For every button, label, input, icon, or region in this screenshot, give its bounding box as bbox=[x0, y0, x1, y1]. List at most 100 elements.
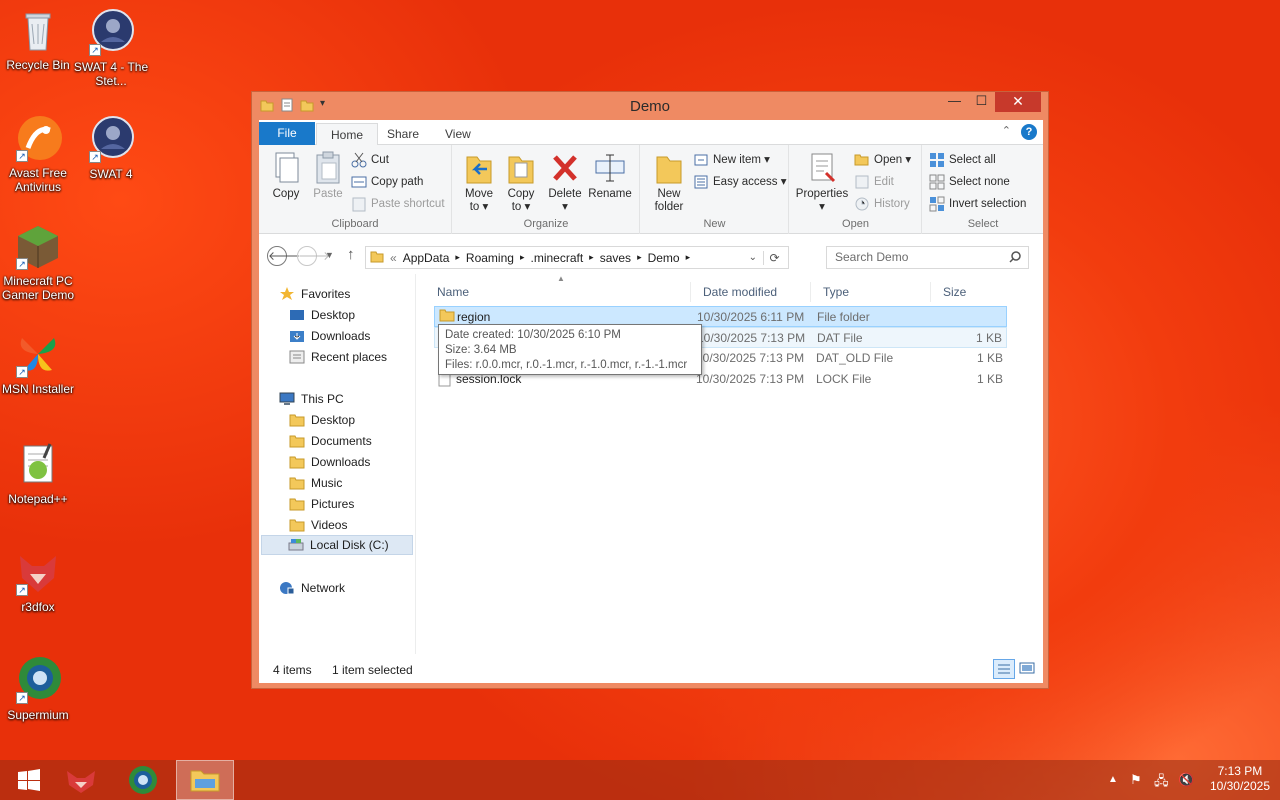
edit-button[interactable]: Edit bbox=[854, 172, 894, 192]
tab-file[interactable]: File bbox=[259, 122, 315, 145]
select-all-button[interactable]: Select all bbox=[929, 150, 996, 170]
copy-button[interactable]: Copy bbox=[267, 151, 305, 201]
desktop-icon-avast[interactable]: ↗ Avast Free Antivirus bbox=[0, 114, 76, 194]
close-button[interactable]: ✕ bbox=[995, 92, 1041, 112]
recent-locations-chevron-icon[interactable]: ▼ bbox=[325, 250, 334, 260]
column-name[interactable]: Name bbox=[425, 282, 691, 302]
nav-label: Recent places bbox=[311, 350, 388, 364]
desktop-icon-msn-installer[interactable]: ↗ MSN Installer bbox=[0, 330, 76, 396]
show-hidden-icons-icon[interactable]: ▲ bbox=[1108, 774, 1118, 785]
properties-button[interactable]: Properties ▾ bbox=[794, 151, 850, 214]
breadcrumb-demo[interactable]: Demo bbox=[648, 251, 680, 265]
file-date: 10/30/2025 7:13 PM bbox=[696, 372, 805, 386]
column-date-modified[interactable]: Date modified bbox=[691, 282, 811, 302]
nav-pc-desktop[interactable]: Desktop bbox=[289, 410, 355, 430]
invert-selection-button[interactable]: Invert selection bbox=[929, 194, 1026, 214]
desktop-icon-swat4-stetchkov[interactable]: ↗ SWAT 4 - The Stet... bbox=[73, 8, 149, 88]
nav-pc-local-disk[interactable]: Local Disk (C:) bbox=[261, 535, 413, 555]
paste-shortcut-button[interactable]: Paste shortcut bbox=[351, 194, 445, 214]
breadcrumb-separator[interactable]: ▸ bbox=[589, 252, 594, 263]
breadcrumb-overflow[interactable]: « bbox=[390, 251, 397, 265]
breadcrumb-separator[interactable]: ▸ bbox=[686, 252, 691, 263]
file-type: DAT File bbox=[817, 331, 863, 345]
title-bar[interactable]: ▾ Demo — ☐ ✕ bbox=[252, 92, 1048, 119]
copy-path-button[interactable]: Copy path bbox=[351, 172, 423, 192]
history-button[interactable]: History bbox=[854, 194, 910, 214]
nav-pc-videos[interactable]: Videos bbox=[289, 515, 347, 535]
new-item-button[interactable]: New item ▾ bbox=[693, 150, 770, 170]
new-folder-button[interactable]: New folder bbox=[649, 151, 689, 214]
back-button[interactable]: 🡐 bbox=[267, 246, 300, 266]
nav-pc-music[interactable]: Music bbox=[289, 473, 342, 493]
nav-this-pc[interactable]: This PC bbox=[279, 389, 344, 409]
taskbar-r3dfox[interactable] bbox=[52, 760, 110, 800]
nav-pc-pictures[interactable]: Pictures bbox=[289, 494, 354, 514]
tab-view[interactable]: View bbox=[431, 123, 485, 145]
action-center-flag-icon[interactable]: ⚑ bbox=[1130, 772, 1142, 788]
desktop-icon-r3dfox[interactable]: ↗ r3dfox bbox=[0, 548, 76, 614]
nav-favorites[interactable]: Favorites bbox=[279, 284, 350, 304]
tooltip-size: Size: 3.64 MB bbox=[445, 344, 517, 356]
folder-icon bbox=[370, 249, 384, 266]
network-status-icon[interactable]: 🖧 bbox=[1154, 772, 1169, 794]
delete-button[interactable]: Delete ▾ bbox=[545, 151, 585, 214]
nav-pc-downloads[interactable]: Downloads bbox=[289, 452, 370, 472]
taskbar-file-explorer[interactable] bbox=[176, 760, 234, 800]
nav-pc-documents[interactable]: Documents bbox=[289, 431, 372, 451]
desktop-icon-minecraft[interactable]: ↗ Minecraft PC Gamer Demo bbox=[0, 222, 76, 302]
details-view-icon[interactable] bbox=[993, 659, 1015, 679]
open-button[interactable]: Open ▾ bbox=[854, 150, 911, 170]
search-input[interactable]: Search Demo bbox=[826, 246, 1029, 269]
breadcrumb-separator[interactable]: ▸ bbox=[520, 252, 525, 263]
start-button[interactable] bbox=[0, 760, 58, 800]
file-size: 1 KB bbox=[975, 331, 1002, 345]
column-size[interactable]: Size bbox=[931, 282, 1007, 302]
r3dfox-icon bbox=[67, 771, 95, 793]
breadcrumb-saves[interactable]: saves bbox=[600, 251, 631, 265]
rename-icon bbox=[594, 151, 626, 185]
breadcrumb[interactable]: « AppData ▸ Roaming ▸ .minecraft ▸ saves… bbox=[365, 246, 789, 269]
nav-fav-desktop[interactable]: Desktop bbox=[289, 305, 355, 325]
desktop-icon-label: Avast Free Antivirus bbox=[9, 166, 67, 194]
easy-access-button[interactable]: Easy access ▾ bbox=[693, 172, 787, 192]
select-all-label: Select all bbox=[949, 154, 996, 166]
nav-network[interactable]: Network bbox=[279, 578, 345, 598]
up-button[interactable]: ↑ bbox=[347, 246, 355, 263]
nav-fav-downloads[interactable]: Downloads bbox=[289, 326, 370, 346]
taskbar-supermium[interactable] bbox=[114, 760, 172, 800]
tab-share[interactable]: Share bbox=[373, 123, 433, 145]
column-type[interactable]: Type bbox=[811, 282, 931, 302]
help-icon[interactable]: ? bbox=[1021, 124, 1037, 140]
minimize-button[interactable]: — bbox=[941, 92, 968, 112]
forward-button[interactable]: 🡒 bbox=[297, 246, 330, 266]
rename-button[interactable]: Rename bbox=[587, 151, 633, 201]
swat4-icon: ↗ bbox=[87, 115, 135, 163]
nav-label: Network bbox=[301, 581, 346, 595]
desktop-icon-notepadpp[interactable]: Notepad++ bbox=[0, 440, 76, 506]
address-dropdown-icon[interactable]: ⌄ bbox=[749, 252, 757, 263]
taskbar-clock[interactable]: 7:13 PM 10/30/2025 bbox=[1210, 764, 1270, 794]
cut-button[interactable]: Cut bbox=[351, 150, 389, 170]
maximize-button[interactable]: ☐ bbox=[968, 92, 995, 112]
new-item-label: New item ▾ bbox=[713, 154, 770, 166]
copy-to-button[interactable]: Copy to ▾ bbox=[501, 151, 541, 214]
volume-muted-icon[interactable]: 🔇 bbox=[1178, 772, 1194, 788]
clock-date: 10/30/2025 bbox=[1209, 779, 1270, 793]
move-to-button[interactable]: Move to ▾ bbox=[459, 151, 499, 214]
refresh-icon[interactable]: ⟳ bbox=[763, 250, 785, 265]
nav-fav-recent[interactable]: Recent places bbox=[289, 347, 387, 367]
desktop-icon-swat4[interactable]: ↗ SWAT 4 bbox=[73, 115, 149, 181]
paste-button[interactable]: Paste bbox=[309, 151, 347, 201]
breadcrumb-minecraft[interactable]: .minecraft bbox=[530, 251, 583, 265]
breadcrumb-separator[interactable]: ▸ bbox=[637, 252, 642, 263]
collapse-ribbon-icon[interactable]: ⌃ bbox=[1002, 124, 1011, 137]
large-icons-view-icon[interactable] bbox=[1017, 659, 1039, 679]
desktop-icon-recycle-bin[interactable]: Recycle Bin bbox=[0, 6, 76, 72]
copy-label: Copy bbox=[272, 188, 300, 200]
select-none-button[interactable]: Select none bbox=[929, 172, 1010, 192]
desktop-icon-supermium[interactable]: ↗ Supermium bbox=[0, 656, 76, 722]
breadcrumb-roaming[interactable]: Roaming bbox=[466, 251, 514, 265]
tab-home[interactable]: Home bbox=[316, 123, 379, 145]
breadcrumb-appdata[interactable]: AppData bbox=[403, 251, 450, 265]
breadcrumb-separator[interactable]: ▸ bbox=[455, 252, 460, 263]
